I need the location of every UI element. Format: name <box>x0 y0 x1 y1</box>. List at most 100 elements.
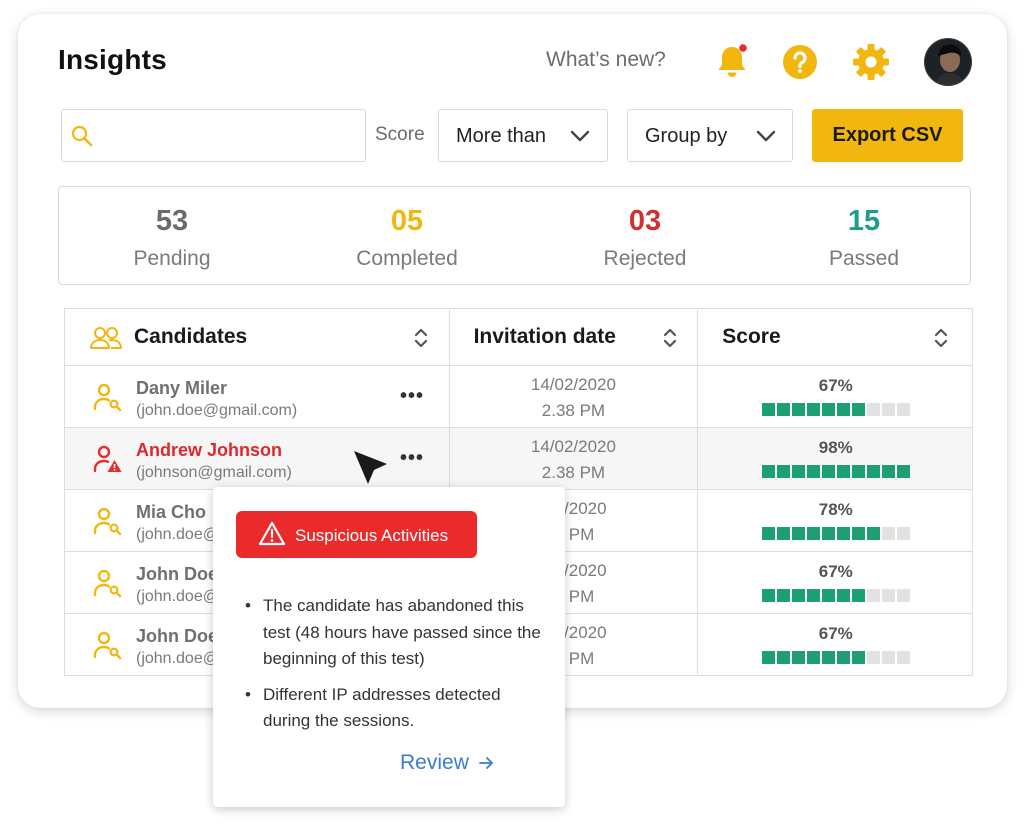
suspicious-activity-list: The candidate has abandoned this test (4… <box>245 593 545 744</box>
invitation-time: 8 PM <box>554 525 595 544</box>
score-bar-segment <box>837 403 851 416</box>
column-header-candidates-label: Candidates <box>134 325 248 348</box>
score-percent: 78% <box>818 500 853 519</box>
score-percent: 98% <box>818 438 853 457</box>
help-icon[interactable] <box>782 44 818 80</box>
candidate-cell: Andrew Johnson (johnson@gmail.com) ••• <box>64 427 450 490</box>
invitation-date: 2/2020 <box>554 561 607 580</box>
column-header-invitation-date[interactable]: Invitation date <box>448 308 699 366</box>
score-bar-segment <box>792 465 806 478</box>
invitation-time: 2.38 PM <box>541 463 606 482</box>
candidate-name[interactable]: Mia Cho <box>136 502 206 523</box>
invitation-date: 2/2020 <box>554 499 607 518</box>
score-bar-segment <box>852 589 866 602</box>
invitation-date-cell: 14/02/2020 2.38 PM <box>448 427 699 490</box>
score-bar-segment <box>897 403 911 416</box>
table-row[interactable]: Dany Miler (john.doe@gmail.com) ••• 14/0… <box>64 365 973 428</box>
score-bar-segment <box>837 589 851 602</box>
sort-icon[interactable] <box>663 327 677 349</box>
score-bar-segment <box>792 651 806 664</box>
table-row[interactable]: Andrew Johnson (johnson@gmail.com) ••• 1… <box>64 427 973 490</box>
score-bar <box>762 403 911 416</box>
score-bar-segment <box>822 589 836 602</box>
score-bar-segment <box>897 651 911 664</box>
candidate-email: (john.doe@gmail.com) <box>136 402 298 419</box>
review-link[interactable]: Review <box>400 751 495 775</box>
candidate-name[interactable]: Dany Miler <box>136 378 227 399</box>
row-more-options-icon[interactable]: ••• <box>400 385 424 408</box>
score-bar-segment <box>852 527 866 540</box>
group-by-select[interactable]: Group by <box>627 109 793 162</box>
score-bar-segment <box>762 465 776 478</box>
score-bar-segment <box>777 527 791 540</box>
invitation-time: 8 PM <box>554 649 595 668</box>
invitation-date: 14/02/2020 <box>530 375 616 394</box>
sort-icon[interactable] <box>414 327 428 349</box>
score-bar-segment <box>777 465 791 478</box>
candidate-user-icon <box>93 383 122 412</box>
score-bar-segment <box>852 465 866 478</box>
score-bar-segment <box>807 527 821 540</box>
score-bar-segment <box>762 589 776 602</box>
score-bar <box>762 465 911 478</box>
warning-icon <box>258 521 286 546</box>
score-bar <box>762 651 911 664</box>
stat-pending-label: Pending <box>133 247 211 270</box>
candidate-name[interactable]: John Doe <box>136 626 218 647</box>
score-bar-segment <box>822 403 836 416</box>
candidate-cell: Dany Miler (john.doe@gmail.com) ••• <box>64 365 450 428</box>
candidate-email: (johnson@gmail.com) <box>136 464 292 481</box>
row-more-options-icon[interactable]: ••• <box>400 447 424 470</box>
search-input[interactable] <box>102 118 357 154</box>
score-bar-segment <box>777 589 791 602</box>
score-bar-segment <box>762 527 776 540</box>
list-item: Different IP addresses detected during t… <box>245 682 545 735</box>
score-bar-segment <box>807 403 821 416</box>
candidate-name[interactable]: Andrew Johnson <box>136 440 282 461</box>
page-title: Insights <box>58 44 167 75</box>
invitation-time: 8 PM <box>554 587 595 606</box>
score-bar-segment <box>762 651 776 664</box>
chevron-down-icon <box>570 130 590 142</box>
user-avatar[interactable] <box>924 38 972 86</box>
score-bar-segment <box>882 527 896 540</box>
score-bar-segment <box>867 465 881 478</box>
suspicious-activities-badge: Suspicious Activities <box>236 511 477 558</box>
score-cell: 67% <box>697 365 973 428</box>
candidate-warning-icon <box>93 445 122 473</box>
score-bar-segment <box>837 651 851 664</box>
score-bar-segment <box>792 527 806 540</box>
score-bar-segment <box>897 527 911 540</box>
column-header-invitation-date-label: Invitation date <box>473 325 616 348</box>
candidate-user-icon <box>93 569 122 598</box>
notification-bell-icon[interactable] <box>712 42 752 82</box>
score-bar-segment <box>837 527 851 540</box>
invitation-date: 14/02/2020 <box>530 437 616 456</box>
score-comparison-select[interactable]: More than <box>438 109 608 162</box>
search-icon <box>71 125 93 147</box>
score-bar-segment <box>882 651 896 664</box>
candidate-email: (john.doe@ <box>136 526 219 543</box>
sort-icon[interactable] <box>934 327 948 349</box>
score-bar-segment <box>792 589 806 602</box>
score-percent: 67% <box>818 376 853 395</box>
score-bar <box>762 527 911 540</box>
suspicious-activities-label: Suspicious Activities <box>295 526 449 545</box>
score-bar-segment <box>822 527 836 540</box>
table-header-row: Candidates Invitation date Score <box>64 308 973 366</box>
settings-gear-icon[interactable] <box>851 42 891 82</box>
score-bar-segment <box>867 651 881 664</box>
whats-new-link[interactable]: What’s new? <box>546 48 666 72</box>
score-bar <box>762 589 911 602</box>
score-bar-segment <box>822 465 836 478</box>
column-header-candidates[interactable]: Candidates <box>64 308 450 366</box>
candidate-name[interactable]: John Doe <box>136 564 218 585</box>
score-bar-segment <box>867 589 881 602</box>
export-csv-button[interactable]: Export CSV <box>812 109 963 162</box>
column-header-score[interactable]: Score <box>697 308 973 366</box>
score-filter-label: Score <box>375 124 425 145</box>
candidate-email: (john.doe@ <box>136 588 219 605</box>
stat-completed-label: Completed <box>356 247 458 270</box>
invitation-date-cell: 14/02/2020 2.38 PM <box>448 365 699 428</box>
score-bar-segment <box>882 403 896 416</box>
